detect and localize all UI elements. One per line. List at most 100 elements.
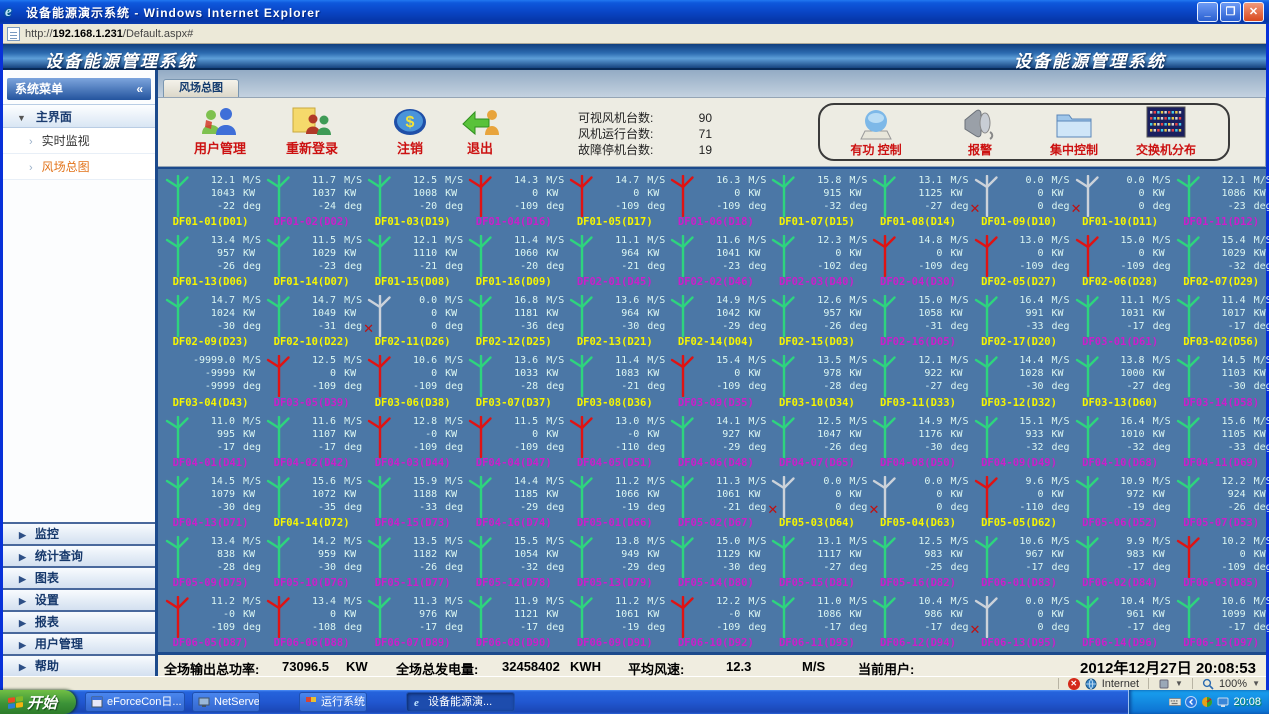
turbine-cell[interactable]: 13.6 M/S 1033 KW -28 deg DF03-07(D37) (463, 350, 564, 410)
sidebar-accordion-用户管理[interactable]: ▶ 用户管理 (3, 632, 155, 654)
turbine-cell[interactable]: 12.5 M/S 1047 KW -26 deg DF04-07(D65) (766, 411, 867, 471)
tray-network-icon[interactable] (1217, 696, 1229, 708)
tray-status-icon[interactable] (1201, 696, 1213, 708)
minimize-button[interactable]: _ (1197, 2, 1218, 22)
turbine-cell[interactable]: 12.1 M/S 1086 KW -23 deg DF01-11(D12) (1171, 170, 1269, 230)
turbine-cell[interactable]: 13.5 M/S 978 KW -28 deg DF03-10(D34) (766, 350, 867, 410)
chevron-down-icon[interactable]: ▼ (1175, 679, 1183, 688)
turbine-cell[interactable]: 13.5 M/S 1182 KW -26 deg DF05-11(D77) (362, 531, 463, 591)
window-titlebar[interactable]: e 设备能源演示系统 - Windows Internet Explorer _… (0, 0, 1269, 24)
turbine-cell[interactable]: 16.3 M/S 0 KW -109 deg DF01-06(D18) (665, 170, 766, 230)
turbine-cell[interactable]: 12.5 M/S 983 KW -25 deg DF05-16(D82) (867, 531, 969, 591)
turbine-cell[interactable]: 12.5 M/S 0 KW -109 deg DF03-05(D39) (261, 350, 362, 410)
taskbar-clock[interactable]: 20:08 (1233, 696, 1261, 708)
turbine-cell[interactable]: 12.2 M/S -0 KW -109 deg DF06-10(D92) (665, 591, 766, 651)
turbine-cell[interactable]: 10.2 M/S 0 KW -109 deg DF06-03(D85) (1171, 531, 1269, 591)
turbine-cell[interactable]: 14.9 M/S 1176 KW -30 deg DF04-08(D50) (867, 411, 969, 471)
turbine-cell[interactable]: 11.0 M/S 1086 KW -17 deg DF06-11(D93) (766, 591, 867, 651)
sidebar-accordion-图表[interactable]: ▶ 图表 (3, 566, 155, 588)
chevron-down-icon[interactable]: ▼ (1252, 679, 1260, 688)
toolbar-button-退出[interactable]: 退出 (438, 105, 522, 157)
turbine-cell[interactable]: 11.4 M/S 1083 KW -21 deg DF03-08(D36) (564, 350, 665, 410)
close-button[interactable]: ✕ (1243, 2, 1264, 22)
turbine-cell[interactable]: 15.0 M/S 1129 KW -30 deg DF05-14(D80) (665, 531, 766, 591)
turbine-cell[interactable]: 15.6 M/S 1072 KW -35 deg DF04-14(D72) (261, 471, 362, 531)
turbine-cell[interactable]: 10.6 M/S 1099 KW -17 deg DF06-15(D97) (1171, 591, 1269, 651)
sidebar-accordion-设置[interactable]: ▶ 设置 (3, 588, 155, 610)
turbine-cell[interactable]: 11.2 M/S 1066 KW -19 deg DF05-01(D66) (564, 471, 665, 531)
turbine-cell[interactable]: 14.8 M/S 0 KW -109 deg DF02-04(D30) (867, 230, 969, 290)
turbine-cell[interactable]: ✕ 0.0 M/S 0 KW 0 deg DF05-04(D63) (867, 471, 969, 531)
taskbar-task-[interactable]: 运行系统 (299, 692, 367, 712)
turbine-cell[interactable]: 12.1 M/S 1110 KW -21 deg DF01-15(D08) (362, 230, 463, 290)
page-error-icon[interactable]: ✕ (1067, 677, 1080, 690)
sidebar-header[interactable]: 系统菜单 « (7, 78, 151, 100)
turbine-cell[interactable]: ✕ 0.0 M/S 0 KW 0 deg DF06-13(D95) (969, 591, 1070, 651)
toolbar-button-交换机分布[interactable]: 交换机分布 (1118, 106, 1214, 158)
turbine-cell[interactable]: 14.2 M/S 959 KW -30 deg DF05-10(D76) (261, 531, 362, 591)
zoom-magnifier-icon[interactable] (1202, 678, 1214, 690)
turbine-cell[interactable]: 11.3 M/S 1061 KW -21 deg DF05-02(D67) (665, 471, 766, 531)
turbine-cell[interactable]: 11.9 M/S 1121 KW -17 deg DF06-08(D90) (463, 591, 564, 651)
sidebar-accordion-统计查询[interactable]: ▶ 统计查询 (3, 544, 155, 566)
turbine-cell[interactable]: 11.1 M/S 1031 KW -17 deg DF03-01(D61) (1070, 290, 1171, 350)
turbine-cell[interactable]: 11.5 M/S 1029 KW -23 deg DF01-14(D07) (261, 230, 362, 290)
turbine-cell[interactable]: ✕ 0.0 M/S 0 KW 0 deg DF05-03(D64) (766, 471, 867, 531)
turbine-cell[interactable]: ✕ 0.0 M/S 0 KW 0 deg DF01-09(D10) (969, 170, 1070, 230)
hide-icons-chevron-icon[interactable] (1185, 696, 1198, 708)
turbine-cell[interactable]: 11.2 M/S -0 KW -109 deg DF06-05(D87) (160, 591, 261, 651)
sidebar-item-风场总图[interactable]: › 风场总图 (3, 154, 155, 180)
turbine-cell[interactable]: 9.6 M/S 0 KW -110 deg DF05-05(D62) (969, 471, 1070, 531)
turbine-cell[interactable]: 14.9 M/S 1042 KW -29 deg DF02-14(D04) (665, 290, 766, 350)
turbine-cell[interactable]: 9.9 M/S 983 KW -17 deg DF06-02(D84) (1070, 531, 1171, 591)
toolbar-button-用户管理[interactable]: 用户管理 (178, 105, 262, 157)
turbine-cell[interactable]: 11.6 M/S 1107 KW -17 deg DF04-02(D42) (261, 411, 362, 471)
turbine-cell[interactable]: 11.0 M/S 995 KW -17 deg DF04-01(D41) (160, 411, 261, 471)
turbine-cell[interactable]: 15.4 M/S 0 KW -109 deg DF03-09(D35) (665, 350, 766, 410)
turbine-cell[interactable]: 11.6 M/S 1041 KW -23 deg DF02-02(D46) (665, 230, 766, 290)
toolbar-button-集中控制[interactable]: 集中控制 (1026, 108, 1122, 158)
turbine-cell[interactable]: 14.4 M/S 1028 KW -30 deg DF03-12(D32) (969, 350, 1070, 410)
turbine-cell[interactable]: 13.4 M/S 0 KW -108 deg DF06-06(D88) (261, 591, 362, 651)
turbine-cell[interactable]: 13.0 M/S 0 KW -109 deg DF02-05(D27) (969, 230, 1070, 290)
url-text[interactable]: http://192.168.1.231/Default.aspx# (25, 28, 193, 40)
sidebar-accordion-帮助[interactable]: ▶ 帮助 (3, 654, 155, 676)
taskbar-task-[interactable]: e 设备能源演... (406, 692, 515, 712)
address-bar[interactable]: http://192.168.1.231/Default.aspx# (3, 24, 1266, 44)
turbine-cell[interactable]: 10.4 M/S 961 KW -17 deg DF06-14(D96) (1070, 591, 1171, 651)
turbine-cell[interactable]: 16.4 M/S 991 KW -33 deg DF02-17(D20) (969, 290, 1070, 350)
turbine-cell[interactable]: 13.0 M/S -0 KW -110 deg DF04-05(D51) (564, 411, 665, 471)
turbine-cell[interactable]: 11.2 M/S 1061 KW -19 deg DF06-09(D91) (564, 591, 665, 651)
turbine-cell[interactable]: 11.3 M/S 976 KW -17 deg DF06-07(D89) (362, 591, 463, 651)
keyboard-tray-icon[interactable] (1169, 696, 1182, 708)
turbine-cell[interactable]: 11.7 M/S 1037 KW -24 deg DF01-02(D02) (261, 170, 362, 230)
turbine-cell[interactable]: 12.3 M/S 0 KW -102 deg DF02-03(D40) (766, 230, 867, 290)
turbine-cell[interactable]: 13.1 M/S 1117 KW -27 deg DF05-15(D81) (766, 531, 867, 591)
turbine-cell[interactable]: 14.7 M/S 0 KW -109 deg DF01-05(D17) (564, 170, 665, 230)
tab-wind-farm-overview[interactable]: 风场总图 (163, 79, 239, 97)
taskbar-task-NetServer[interactable]: NetServer (192, 692, 260, 712)
turbine-cell[interactable]: 13.4 M/S 957 KW -26 deg DF01-13(D06) (160, 230, 261, 290)
toolbar-button-有功控制[interactable]: 有功 控制 (828, 108, 924, 158)
turbine-cell[interactable]: 14.7 M/S 1024 KW -30 deg DF02-09(D23) (160, 290, 261, 350)
turbine-cell[interactable]: 15.0 M/S 1058 KW -31 deg DF02-16(D05) (867, 290, 969, 350)
turbine-cell[interactable]: 13.8 M/S 1000 KW -27 deg DF03-13(D60) (1070, 350, 1171, 410)
turbine-cell[interactable]: 14.1 M/S 927 KW -29 deg DF04-06(D48) (665, 411, 766, 471)
sidebar-item-实时监视[interactable]: › 实时监视 (3, 128, 155, 154)
toolbar-button-报警[interactable]: 报警 (932, 108, 1028, 158)
turbine-cell[interactable]: ✕ 0.0 M/S 0 KW 0 deg DF01-10(D11) (1070, 170, 1171, 230)
turbine-cell[interactable]: 15.0 M/S 0 KW -109 deg DF02-06(D28) (1070, 230, 1171, 290)
turbine-cell[interactable]: 12.1 M/S 1043 KW -22 deg DF01-01(D01) (160, 170, 261, 230)
turbine-cell[interactable]: 14.5 M/S 1103 KW -30 deg DF03-14(D58) (1171, 350, 1269, 410)
turbine-cell[interactable]: 11.1 M/S 964 KW -21 deg DF02-01(D45) (564, 230, 665, 290)
sidebar-accordion-报表[interactable]: ▶ 报表 (3, 610, 155, 632)
start-button[interactable]: 开始 (0, 690, 76, 714)
turbine-cell[interactable]: 12.2 M/S 924 KW -26 deg DF05-07(D53) (1171, 471, 1269, 531)
turbine-cell[interactable]: 15.4 M/S 1029 KW -32 deg DF02-07(D29) (1171, 230, 1269, 290)
turbine-cell[interactable]: 16.4 M/S 1010 KW -32 deg DF04-10(D68) (1070, 411, 1171, 471)
restore-button[interactable]: ❐ (1220, 2, 1241, 22)
turbine-cell[interactable]: 15.8 M/S 915 KW -32 deg DF01-07(D15) (766, 170, 867, 230)
turbine-cell[interactable]: 14.5 M/S 1079 KW -30 deg DF04-13(D71) (160, 471, 261, 531)
turbine-cell[interactable]: 10.4 M/S 986 KW -17 deg DF06-12(D94) (867, 591, 969, 651)
turbine-cell[interactable]: 10.6 M/S 967 KW -17 deg DF06-01(D83) (969, 531, 1070, 591)
